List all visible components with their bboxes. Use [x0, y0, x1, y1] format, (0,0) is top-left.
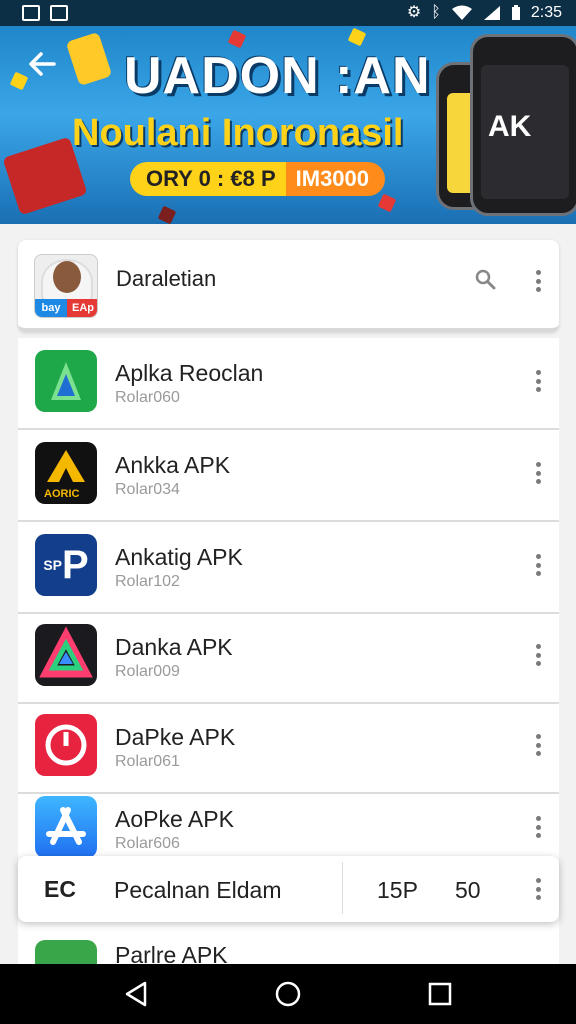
rainbow-a-icon: [35, 624, 97, 686]
avatar-tag-right: EAp: [67, 299, 97, 317]
app-name: Aplka Reoclan: [115, 360, 264, 386]
square-recents-icon: [428, 982, 452, 1006]
image-icon: [50, 5, 68, 21]
signal-icon: [483, 6, 500, 20]
avatar-tag-left: bay: [35, 299, 67, 317]
home-nav-button[interactable]: [268, 974, 308, 1014]
recents-nav-button[interactable]: [420, 974, 460, 1014]
app-name: DaPke APK: [115, 724, 236, 750]
banner-title: UADON :AN: [124, 47, 431, 105]
phone-badge: AK: [488, 110, 532, 143]
app-subtitle: Rolar061: [115, 753, 180, 770]
back-button[interactable]: [26, 48, 62, 84]
app-name: Danka APK: [115, 634, 233, 660]
promo-left: ORY 0 : €8 P: [130, 162, 286, 196]
settings-gear-icon: ⚙: [406, 4, 422, 21]
more-options-button[interactable]: [533, 462, 543, 484]
status-time: 2:35: [530, 4, 562, 21]
app-subtitle: Rolar102: [115, 573, 180, 590]
triangle-back-icon: [125, 981, 147, 1007]
banner-subtitle: Noulani Inoronasil: [72, 112, 404, 154]
app-name: Parlre APK: [115, 942, 228, 964]
app-store-icon: [35, 796, 97, 858]
app-subtitle: Rolar606: [115, 835, 180, 852]
confetti-decor: [347, 27, 367, 47]
app-name: Ankatig APK: [115, 544, 243, 570]
arrow-back-icon: [29, 52, 56, 76]
status-bar: ⚙ ᛒ 2:35: [0, 0, 576, 26]
app-subtitle: Rolar060: [115, 389, 180, 406]
gallery-icon: [22, 5, 40, 21]
more-options-button[interactable]: [533, 816, 543, 838]
circle-home-icon: [275, 981, 301, 1007]
app-subtitle: Rolar034: [115, 481, 180, 498]
list-item-peek[interactable]: Parlre APK: [18, 934, 559, 964]
wifi-icon: [451, 5, 472, 20]
floating-action-bar[interactable]: EC Pecalnan Eldam 15P 50: [18, 856, 559, 922]
navigation-bar: [0, 964, 576, 1024]
snack-pack-image: [65, 31, 113, 87]
back-nav-button[interactable]: [116, 974, 156, 1014]
header-title: Daraletian: [116, 266, 217, 291]
list-item[interactable]: DaPke APK Rolar061: [18, 702, 559, 794]
app-name: AoPke APK: [115, 806, 234, 832]
divider: [342, 862, 343, 914]
p-letter-icon: SP P: [35, 534, 97, 596]
more-options-button[interactable]: [533, 554, 543, 576]
bar-label[interactable]: Pecalnan Eldam: [114, 877, 282, 904]
promo-pill[interactable]: ORY 0 : €8 P IM3000: [130, 162, 386, 196]
more-options-button[interactable]: [533, 270, 543, 292]
confetti-decor: [157, 205, 177, 224]
more-options-button[interactable]: [533, 644, 543, 666]
bluetooth-icon: ᛒ: [431, 4, 441, 21]
more-options-button[interactable]: [533, 734, 543, 756]
bar-value-2[interactable]: 50: [455, 877, 481, 904]
promo-banner[interactable]: UADON :AN Noulani Inoronasil ORY 0 : €8 …: [0, 26, 576, 224]
app-icon-badge: AORIC: [44, 488, 80, 500]
battery-icon: [511, 5, 520, 20]
red-power-icon: [35, 714, 97, 776]
profile-header[interactable]: bay EAp Daraletian: [18, 240, 559, 332]
app-icon-badge: SP: [43, 557, 62, 573]
list-item[interactable]: SP P Ankatig APK Rolar102: [18, 522, 559, 614]
green-play-icon: [35, 350, 97, 412]
search-button[interactable]: [474, 268, 498, 292]
green-play-icon: [35, 940, 97, 964]
avatar[interactable]: bay EAp: [34, 254, 98, 318]
list-item[interactable]: AORIC Ankka APK Rolar034: [18, 430, 559, 522]
list-item[interactable]: Aplka Reoclan Rolar060: [18, 338, 559, 430]
more-options-button[interactable]: [533, 878, 543, 900]
bar-value-1[interactable]: 15P: [377, 877, 418, 904]
bar-badge: EC: [44, 876, 76, 902]
list-item[interactable]: Danka APK Rolar009: [18, 612, 559, 704]
app-subtitle: Rolar009: [115, 663, 180, 680]
search-icon: [475, 269, 496, 290]
more-options-button[interactable]: [533, 370, 543, 392]
promo-right: IM3000: [285, 162, 386, 196]
confetti-decor: [377, 193, 397, 213]
app-name: Ankka APK: [115, 452, 231, 478]
